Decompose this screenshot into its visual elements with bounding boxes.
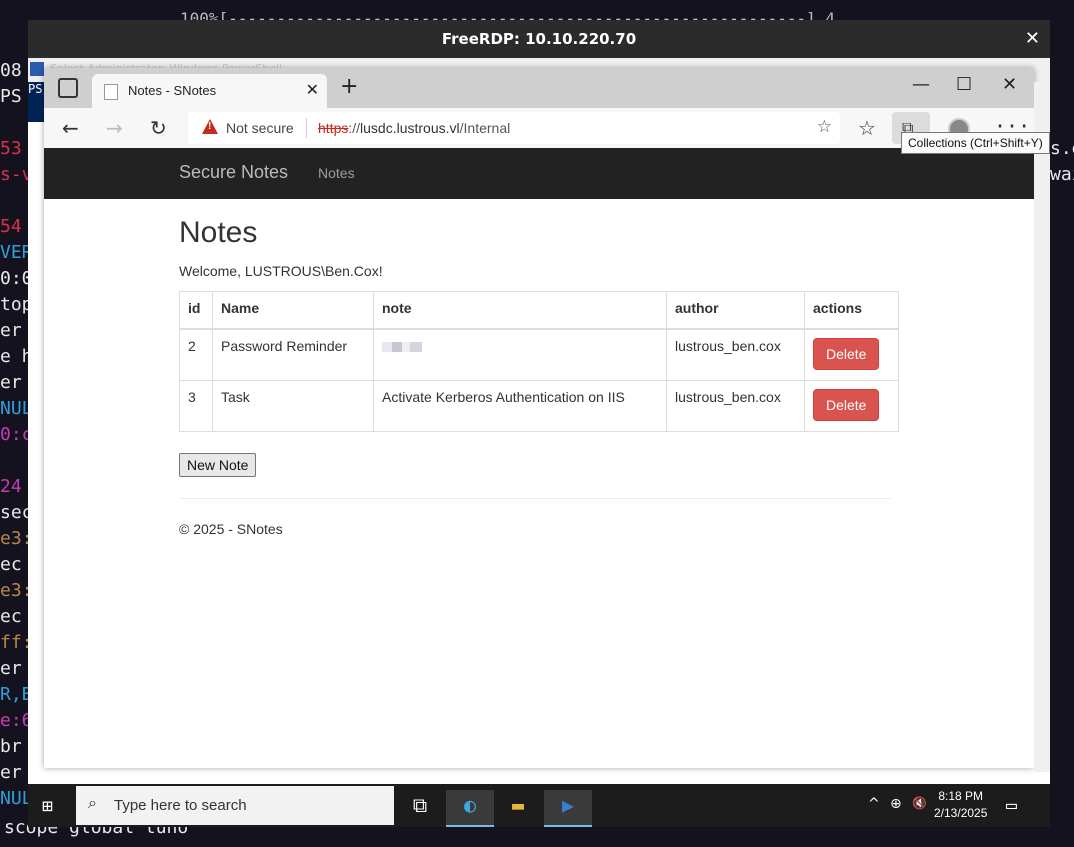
search-placeholder: Type here to search [114, 797, 247, 814]
terminal-line: 24 [0, 476, 22, 497]
new-note-button[interactable]: New Note [179, 453, 257, 477]
footer-divider [179, 498, 891, 499]
page-viewport: Secure Notes Notes Notes Welcome, LUSTRO… [44, 148, 1034, 768]
tab-actions-icon[interactable] [58, 78, 78, 98]
blurred-note-text [382, 342, 422, 352]
column-header-note: note [373, 291, 667, 330]
edge-browser-window: Notes - SNotes ✕ + — ☐ ✕ ← → ↻ ! Not sec… [44, 68, 1034, 768]
cell-id: 2 [179, 328, 213, 381]
search-icon: ⌕ [88, 795, 97, 812]
terminal-line: s.e [1050, 138, 1074, 159]
powershell-scrollbar[interactable] [1034, 82, 1050, 772]
site-navbar: Secure Notes Notes [44, 148, 1034, 199]
taskbar-clock[interactable]: 8:18 PM 2/13/2025 [934, 788, 987, 822]
favorites-icon[interactable]: ☆ [858, 116, 876, 140]
url-path: /Internal [459, 120, 511, 136]
tab-notes[interactable]: Notes - SNotes ✕ [92, 74, 327, 108]
clock-date: 2/13/2025 [934, 806, 988, 820]
remote-desktop: Select Administrator: Windows PowerShell… [28, 58, 1050, 827]
cell-actions: Delete [804, 380, 899, 432]
terminal-line: er [0, 372, 22, 393]
column-header-name: Name [212, 291, 374, 330]
start-icon[interactable]: ⊞ [42, 796, 53, 817]
minimize-button[interactable]: — [912, 74, 930, 95]
notes-table: id Name note author actions 2 Password R… [179, 291, 899, 432]
page-favicon-icon [104, 84, 118, 100]
welcome-message: Welcome, LUSTROUS\Ben.Cox! [179, 263, 383, 279]
terminal-line: er [0, 762, 22, 783]
terminal-line: br [0, 736, 22, 757]
file-explorer-icon[interactable]: ▬ [494, 790, 542, 827]
column-header-author: author [666, 291, 805, 330]
tab-bar: Notes - SNotes ✕ + — ☐ ✕ [44, 68, 1034, 108]
cell-author: lustrous_ben.cox [666, 328, 805, 381]
terminal-line: er [0, 658, 22, 679]
url-text[interactable]: https://lusdc.lustrous.vl/Internal [318, 120, 510, 136]
forward-icon[interactable]: → [106, 116, 123, 140]
windows-taskbar: ⊞ ⌕ Type here to search ⧉ ◐ ▬ ▶ ^ ⊕ 🔇 8:… [28, 784, 1050, 827]
rdp-close-icon[interactable]: ✕ [1025, 20, 1040, 58]
delete-button[interactable]: Delete [813, 338, 880, 370]
not-secure-label[interactable]: Not secure [226, 120, 294, 136]
table-header-row: id Name note author actions [179, 291, 899, 330]
nav-link-notes[interactable]: Notes [318, 165, 355, 181]
address-bar[interactable]: ! Not secure https://lusdc.lustrous.vl/I… [188, 112, 840, 144]
refresh-icon[interactable]: ↻ [150, 116, 167, 140]
browser-toolbar: ← → ↻ ! Not secure https://lusdc.lustrou… [44, 108, 1034, 149]
terminal-line: 08 [0, 60, 22, 81]
table-row: 3 Task Activate Kerberos Authentication … [179, 380, 899, 432]
network-icon[interactable]: ⊕ [890, 796, 902, 812]
chevron-up-icon[interactable]: ^ [868, 796, 880, 812]
notifications-icon[interactable]: ▭ [1006, 795, 1017, 816]
cell-id: 3 [179, 380, 213, 432]
back-icon[interactable]: ← [62, 116, 79, 140]
tab-close-icon[interactable]: ✕ [306, 80, 319, 100]
terminal-line: wai [1050, 164, 1074, 185]
rdp-title: FreeRDP: 10.10.220.70 [441, 30, 637, 48]
terminal-line: ec [0, 554, 22, 575]
maximize-button[interactable]: ☐ [956, 74, 972, 95]
terminal-line: 54 [0, 216, 22, 237]
column-header-id: id [179, 291, 213, 330]
cell-note: Activate Kerberos Authentication on IIS [373, 380, 667, 432]
footer-text: © 2025 - SNotes [179, 521, 283, 537]
cell-name: Password Reminder [212, 328, 374, 381]
taskbar-search-box[interactable]: ⌕ Type here to search [76, 786, 394, 825]
cell-author: lustrous_ben.cox [666, 380, 805, 432]
cell-actions: Delete [804, 328, 899, 381]
terminal-line: er [0, 320, 22, 341]
column-header-actions: actions [804, 291, 899, 330]
table-row: 2 Password Reminder lustrous_ben.cox Del… [179, 328, 899, 381]
powershell-icon [30, 62, 44, 76]
terminal-line: PS [0, 86, 22, 107]
url-scheme-sep: :// [348, 120, 361, 136]
clock-time: 8:18 PM [938, 789, 984, 803]
cell-name: Task [212, 380, 374, 432]
edge-taskbar-icon[interactable]: ◐ [446, 790, 494, 827]
terminal-line: ec [0, 606, 22, 627]
address-separator [306, 118, 307, 138]
add-favorite-icon[interactable]: ☆ [817, 117, 832, 137]
volume-muted-icon[interactable]: 🔇 [912, 796, 927, 810]
tab-title: Notes - SNotes [128, 83, 217, 98]
delete-button[interactable]: Delete [813, 389, 880, 421]
task-view-icon[interactable]: ⧉ [396, 790, 444, 827]
window-close-button[interactable]: ✕ [1002, 74, 1017, 95]
site-brand[interactable]: Secure Notes [179, 162, 288, 183]
powershell-side-text: PS [28, 82, 44, 122]
rdp-titlebar: FreeRDP: 10.10.220.70 ✕ [28, 20, 1050, 58]
collections-tooltip: Collections (Ctrl+Shift+Y) [901, 132, 1050, 154]
cell-note [373, 328, 667, 381]
terminal-line: 53 [0, 138, 22, 159]
new-tab-button[interactable]: + [340, 74, 358, 99]
url-scheme: https [318, 120, 349, 136]
url-host: lusdc.lustrous.vl [360, 120, 460, 136]
page-title: Notes [179, 216, 258, 249]
powershell-taskbar-icon[interactable]: ▶ [544, 790, 592, 827]
